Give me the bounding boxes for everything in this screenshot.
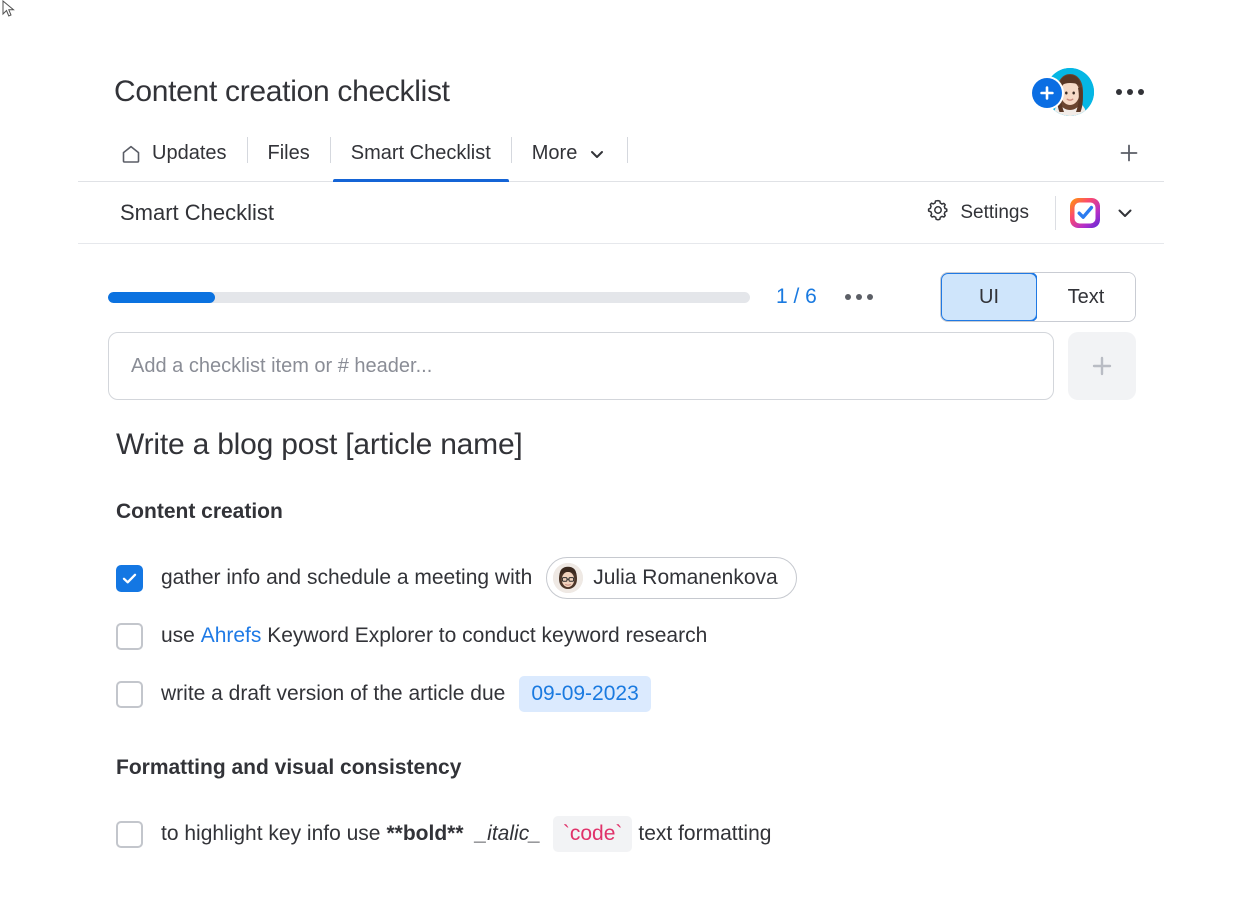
avatar-group[interactable] bbox=[1032, 68, 1094, 116]
widget-logo-chevron[interactable] bbox=[1114, 202, 1136, 224]
page-title: Content creation checklist bbox=[114, 75, 450, 108]
person-chip-label: Julia Romanenkova bbox=[593, 565, 778, 589]
board-header-actions bbox=[1032, 68, 1164, 116]
checklist-item: write a draft version of the article due… bbox=[116, 666, 1136, 722]
tab-divider bbox=[627, 137, 629, 163]
gear-icon bbox=[926, 198, 950, 228]
toggle-option-text[interactable]: Text bbox=[1037, 273, 1135, 321]
chevron-down-icon bbox=[1118, 209, 1132, 217]
checklist-item-checkbox[interactable] bbox=[116, 820, 143, 848]
add-tab-button[interactable] bbox=[1116, 140, 1164, 181]
add-item-button[interactable] bbox=[1068, 332, 1136, 400]
tab-bar: Updates Files Smart Checklist More bbox=[78, 124, 1164, 182]
checklist-item-label-suffix: text formatting bbox=[638, 821, 772, 845]
board-title-row: Content creation checklist bbox=[78, 60, 1164, 124]
checklist-item-checkbox[interactable] bbox=[116, 680, 143, 708]
tab-updates-label: Updates bbox=[152, 142, 227, 164]
checklist-item-content: write a draft version of the article due… bbox=[161, 675, 651, 713]
tab-more-label: More bbox=[531, 142, 578, 164]
ahrefs-link[interactable]: Ahrefs bbox=[201, 622, 262, 650]
tab-files-label: Files bbox=[267, 142, 310, 164]
check-icon bbox=[122, 573, 137, 583]
checklist-item-checkbox[interactable] bbox=[116, 622, 143, 650]
tab-updates[interactable]: Updates bbox=[102, 142, 245, 181]
person-chip-avatar bbox=[553, 563, 584, 593]
checklist-item-content: gather info and schedule a meeting with bbox=[161, 557, 797, 599]
add-person-icon[interactable] bbox=[1032, 78, 1062, 108]
markdown-italic-sample: _italic_ bbox=[475, 821, 541, 845]
ellipsis-icon bbox=[844, 294, 851, 300]
markdown-bold-sample: **bold** bbox=[386, 821, 464, 845]
markdown-code-sample: `code` bbox=[552, 815, 633, 853]
ellipsis-icon bbox=[1116, 89, 1122, 95]
board-header: Content creation checklist Updates Files… bbox=[78, 60, 1164, 864]
checklist-item: gather info and schedule a meeting with bbox=[116, 550, 1136, 606]
checklist-section-heading-2: Formatting and visual consistency bbox=[116, 756, 462, 779]
progress-counter: 1 / 6 bbox=[776, 285, 817, 308]
checklist-item-label-suffix: Keyword Explorer to conduct keyword rese… bbox=[261, 623, 708, 647]
checklist-item: to highlight key info use **bold** _ital… bbox=[116, 806, 1136, 862]
widget-header: Smart Checklist Settings bbox=[78, 182, 1164, 244]
mouse-cursor-icon bbox=[2, 0, 15, 17]
progress-row: 1 / 6 UI Text bbox=[78, 244, 1164, 324]
chevron-down-icon bbox=[587, 144, 607, 164]
smart-checklist-app: Content creation checklist Updates Files… bbox=[0, 0, 1244, 918]
settings-label: Settings bbox=[960, 201, 1029, 223]
checklist-item-content: to highlight key info use **bold** _ital… bbox=[161, 815, 772, 853]
tab-divider bbox=[329, 137, 331, 163]
tab-smart-checklist-label: Smart Checklist bbox=[350, 142, 491, 164]
tab-divider bbox=[246, 137, 248, 163]
plus-icon bbox=[1092, 356, 1112, 376]
person-chip[interactable]: Julia Romanenkova bbox=[546, 557, 797, 599]
due-date-chip[interactable]: 09-09-2023 bbox=[519, 675, 651, 713]
smart-checklist-logo bbox=[1070, 197, 1100, 228]
board-more-menu-button[interactable] bbox=[1112, 81, 1148, 103]
add-checklist-item-input[interactable] bbox=[108, 332, 1054, 400]
settings-button[interactable]: Settings bbox=[914, 192, 1041, 234]
tab-smart-checklist[interactable]: Smart Checklist bbox=[332, 142, 509, 182]
progress-bar[interactable] bbox=[108, 291, 750, 303]
checklist-item-label: write a draft version of the article due bbox=[161, 681, 506, 705]
tab-divider bbox=[510, 137, 512, 163]
checklist-item-label: gather info and schedule a meeting with bbox=[161, 565, 533, 589]
checklist-item-checkbox[interactable] bbox=[116, 564, 143, 592]
toggle-option-ui[interactable]: UI bbox=[941, 273, 1038, 321]
tab-files[interactable]: Files bbox=[250, 142, 328, 181]
checklist-section-heading-1: Content creation bbox=[116, 500, 283, 523]
checklist-more-menu-button[interactable] bbox=[844, 294, 873, 300]
checklist-item-label-prefix: to highlight key info use bbox=[161, 821, 381, 845]
checklist-item-label-prefix: use bbox=[161, 623, 201, 647]
header-divider bbox=[1055, 195, 1056, 230]
widget-header-actions: Settings bbox=[914, 192, 1136, 234]
checklist-title: Write a blog post [article name] bbox=[116, 428, 523, 461]
widget-title: Smart Checklist bbox=[120, 199, 275, 225]
add-item-row bbox=[78, 324, 1164, 400]
checklist-body: Write a blog post [article name] Content… bbox=[78, 400, 1164, 862]
view-mode-toggle: UI Text bbox=[940, 272, 1136, 322]
progress-bar-fill bbox=[108, 291, 215, 303]
checklist-item: use Ahrefs Keyword Explorer to conduct k… bbox=[116, 608, 1136, 664]
tab-more[interactable]: More bbox=[514, 142, 626, 181]
checklist-item-content: use Ahrefs Keyword Explorer to conduct k… bbox=[161, 622, 707, 650]
home-icon bbox=[120, 143, 142, 165]
plus-icon bbox=[1120, 144, 1138, 162]
